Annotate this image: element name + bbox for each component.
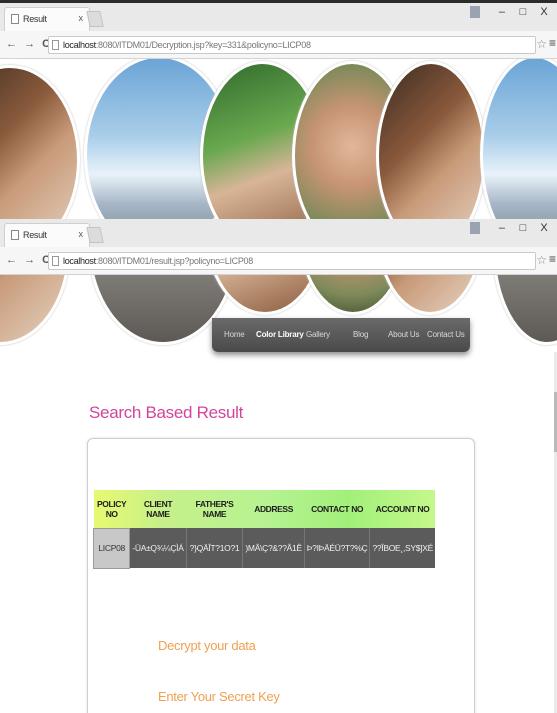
- url-field[interactable]: localhost:8080/ITDM01/Decryption.jsp?key…: [48, 36, 536, 54]
- column-header: CONTACT NO: [311, 504, 364, 514]
- url-host: localhost: [63, 40, 96, 50]
- page-title: Search Based Result: [89, 403, 243, 422]
- url-path: :8080/ITDM01/result.jsp?policyno=LICP08: [95, 256, 253, 266]
- user-icon[interactable]: [469, 222, 480, 235]
- column-header: ADDRESS: [254, 504, 293, 514]
- cell-client-name: -ÜA±Q¾¼ÇÌÁ: [129, 528, 187, 568]
- forward-icon[interactable]: →: [24, 38, 35, 50]
- url-field[interactable]: localhost:8080/ITDM01/result.jsp?policyn…: [48, 252, 536, 270]
- nav-item-about-us[interactable]: About Us: [388, 330, 420, 339]
- table-row: LICP08 -ÜA±Q¾¼ÇÌÁ ?}QÄÎT?1O?1 )MÂ\Ç?&??Â…: [92, 527, 435, 569]
- forward-icon[interactable]: →: [24, 254, 35, 266]
- result-table: POLICY NO CLIENT NAME FATHER'S NAME ADDR…: [92, 490, 435, 569]
- url-path: :8080/ITDM01/Decryption.jsp?key=331&poli…: [95, 40, 311, 50]
- banner-photo: [0, 275, 70, 345]
- table-header-row: POLICY NO CLIENT NAME FATHER'S NAME ADDR…: [93, 490, 435, 528]
- banner-photo: [0, 65, 80, 219]
- minimize-button[interactable]: –: [493, 6, 511, 18]
- column-header: POLICY NO: [97, 498, 127, 519]
- column-header: CLIENT NAME: [143, 499, 173, 519]
- decrypt-data-link[interactable]: Decrypt your data: [158, 638, 256, 653]
- nav-item-color-library[interactable]: Color Library: [256, 330, 304, 339]
- nav-buttons: ← → C: [6, 38, 54, 50]
- window-controls: – □ X: [469, 6, 553, 19]
- menu-icon[interactable]: ≡: [549, 252, 556, 266]
- enter-secret-key-link[interactable]: Enter Your Secret Key: [158, 689, 280, 704]
- column-header: FATHER'S NAME: [195, 499, 234, 519]
- maximize-button[interactable]: □: [514, 6, 532, 18]
- bookmark-star-icon[interactable]: ☆: [536, 37, 547, 51]
- banner-top: [0, 59, 557, 219]
- user-icon[interactable]: [469, 6, 480, 19]
- nav-item-home[interactable]: Home: [224, 330, 245, 339]
- back-icon[interactable]: ←: [6, 38, 17, 50]
- close-window-button[interactable]: X: [535, 6, 553, 18]
- page-icon: [52, 40, 59, 50]
- cell-fathers-name: ?}QÄÎT?1O?1: [185, 528, 243, 568]
- bookmark-star-icon[interactable]: ☆: [536, 253, 547, 267]
- tab-close-icon[interactable]: x: [79, 13, 84, 23]
- tab-title: Result: [23, 230, 47, 240]
- tab-close-icon[interactable]: x: [79, 229, 84, 239]
- browser-tab[interactable]: Result x: [4, 223, 90, 247]
- browser-chrome-bottom: Result x – □ X ← → C localhost:8080/ITDM…: [0, 219, 557, 275]
- nav-buttons: ← → C: [6, 254, 54, 266]
- screenshot-root: Result x – □ X ← → C localhost:8080/ITDM…: [0, 0, 557, 713]
- cell-account-no: ??ÎBOE¸,SY$]XÉ: [369, 528, 435, 568]
- nav-item-blog[interactable]: Blog: [353, 330, 368, 339]
- page-icon: [11, 230, 19, 240]
- address-bar-row: ← → C localhost:8080/ITDM01/Decryption.j…: [0, 31, 557, 59]
- nav-item-gallery[interactable]: Gallery: [306, 330, 330, 339]
- address-bar-row: ← → C localhost:8080/ITDM01/result.jsp?p…: [0, 247, 557, 275]
- page-icon: [11, 14, 19, 24]
- cell-address: )MÂ\Ç?&??Â1Ê: [242, 528, 305, 568]
- browser-chrome-top: Result x – □ X ← → C localhost:8080/ITDM…: [0, 3, 557, 59]
- banner-photo: [480, 59, 557, 219]
- url-host: localhost: [63, 256, 96, 266]
- banner-photo: [376, 61, 486, 219]
- cell-contact-no: Þ?IÞÄÉÜ?T?%Ç: [303, 528, 370, 568]
- nav-item-contact-us[interactable]: Contact Us: [427, 330, 465, 339]
- back-icon[interactable]: ←: [6, 254, 17, 266]
- cell-policy-no: LICP08: [92, 527, 131, 569]
- maximize-button[interactable]: □: [514, 222, 532, 234]
- browser-tab[interactable]: Result x: [4, 7, 90, 31]
- new-tab-button[interactable]: [86, 11, 104, 27]
- tab-strip: Result x – □ X: [0, 219, 557, 247]
- close-window-button[interactable]: X: [535, 222, 553, 234]
- menu-icon[interactable]: ≡: [549, 36, 556, 50]
- main-nav: Home Color Library Gallery Blog About Us…: [212, 318, 470, 352]
- banner-photo: [376, 275, 484, 315]
- minimize-button[interactable]: –: [493, 222, 511, 234]
- tab-title: Result: [23, 14, 47, 24]
- result-panel: [87, 438, 475, 713]
- window-controls: – □ X: [469, 222, 553, 235]
- new-tab-button[interactable]: [86, 227, 104, 243]
- banner-photo: [492, 275, 557, 345]
- tab-strip: Result x – □ X: [0, 3, 557, 31]
- column-header: ACCOUNT NO: [375, 504, 430, 514]
- page-icon: [52, 256, 59, 266]
